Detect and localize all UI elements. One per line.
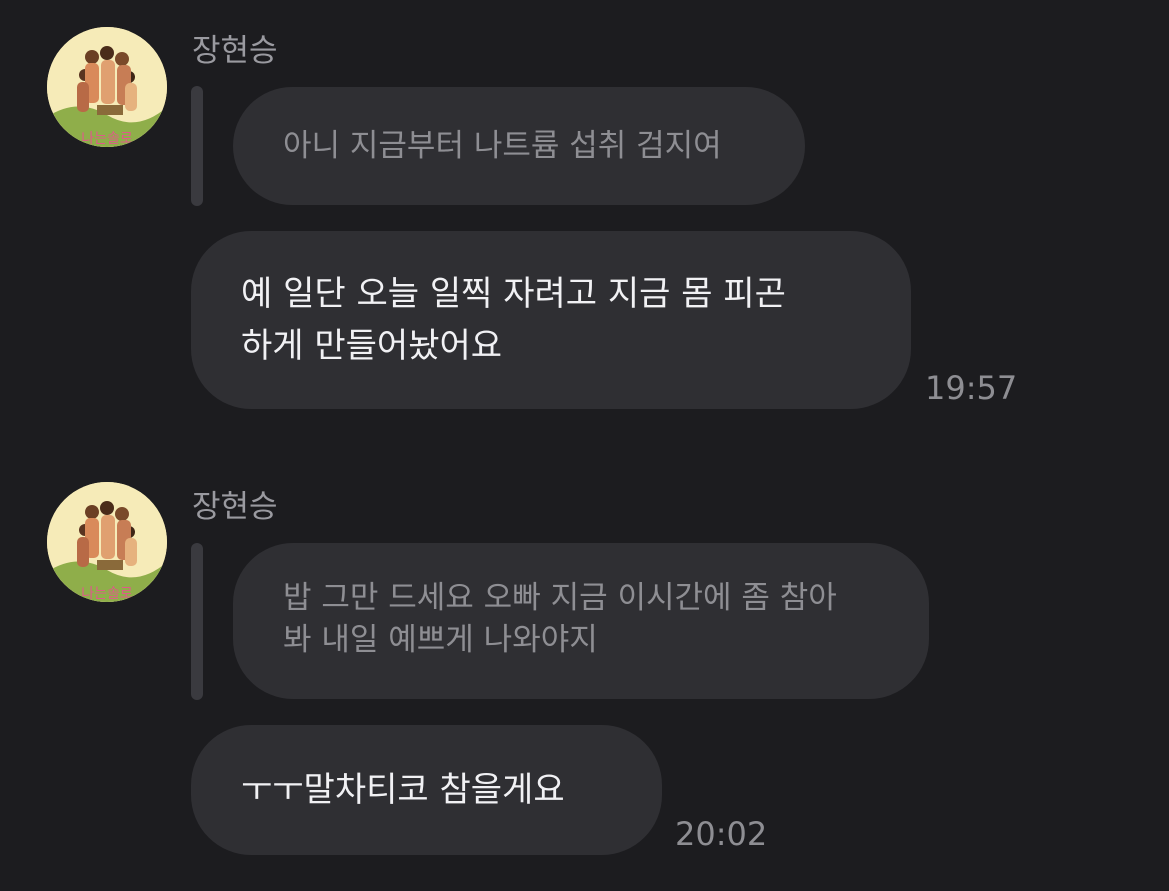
- quoted-message-text: 아니 지금부터 나트륨 섭취 검지여: [283, 128, 722, 164]
- quoted-message[interactable]: 밥 그만 드세요 오빠 지금 이시간에 좀 참아 봐 내일 예쁘게 나와야지: [233, 543, 929, 699]
- message-timestamp: 20:02: [675, 815, 768, 853]
- reply-indicator-bar: [191, 543, 203, 700]
- svg-text:나는솔로: 나는솔로: [81, 131, 133, 147]
- message-text-line: 하게 만들어놨어요: [241, 326, 503, 366]
- avatar-photo-icon: 나는솔로: [47, 482, 167, 602]
- message-text: ㅜㅜ말차티코 참을게요: [241, 770, 565, 810]
- message-timestamp: 19:57: [925, 369, 1018, 407]
- quoted-message-text-line: 봐 내일 예쁘게 나와야지: [283, 622, 598, 658]
- quoted-message-text-line: 밥 그만 드세요 오빠 지금 이시간에 좀 참아: [283, 580, 837, 616]
- quoted-message[interactable]: 아니 지금부터 나트륨 섭취 검지여: [233, 87, 805, 205]
- message-text-line: 예 일단 오늘 일찍 자려고 지금 몸 피곤: [241, 274, 786, 314]
- avatar-photo-icon: 나는솔로: [47, 27, 167, 147]
- avatar[interactable]: 나는솔로: [47, 27, 167, 147]
- sender-name: 장현승: [192, 33, 278, 69]
- svg-text:나는솔로: 나는솔로: [81, 586, 133, 602]
- chat-view: 나는솔로 장현승 아니 지금부터 나트륨 섭취 검지여 예 일단 오늘 일찍 자…: [0, 0, 1169, 891]
- avatar[interactable]: 나는솔로: [47, 482, 167, 602]
- message-bubble[interactable]: ㅜㅜ말차티코 참을게요: [191, 725, 662, 855]
- reply-indicator-bar: [191, 86, 203, 206]
- sender-name: 장현승: [192, 489, 278, 525]
- message-bubble[interactable]: 예 일단 오늘 일찍 자려고 지금 몸 피곤 하게 만들어놨어요: [191, 231, 911, 409]
